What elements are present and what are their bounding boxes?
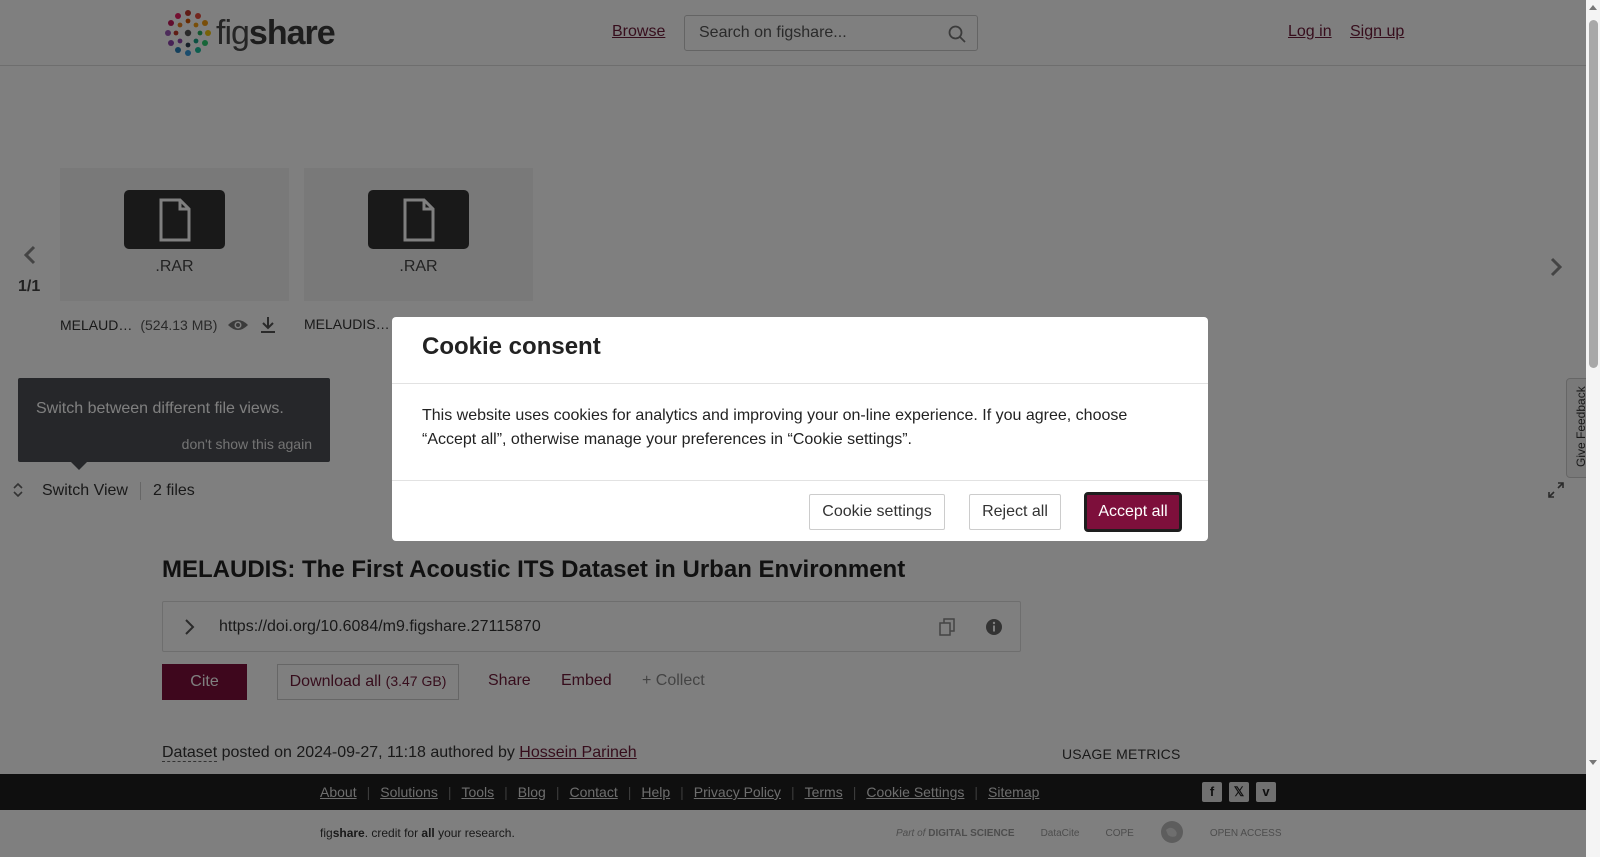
modal-header: Cookie consent [392,317,1208,384]
modal-body-text: This website uses cookies for analytics … [422,407,1128,448]
scroll-thumb[interactable] [1589,20,1598,368]
scroll-up-arrow-icon[interactable] [1589,5,1597,10]
page-scrollbar[interactable] [1586,0,1600,857]
scroll-down-arrow-icon[interactable] [1589,760,1597,765]
modal-footer-divider [392,480,1208,481]
accept-all-button[interactable]: Accept all [1084,492,1182,532]
cookie-consent-modal: Cookie consent This website uses cookies… [392,317,1208,541]
reject-all-button[interactable]: Reject all [969,494,1061,530]
modal-title: Cookie consent [422,333,601,360]
cookie-settings-button[interactable]: Cookie settings [809,494,945,530]
